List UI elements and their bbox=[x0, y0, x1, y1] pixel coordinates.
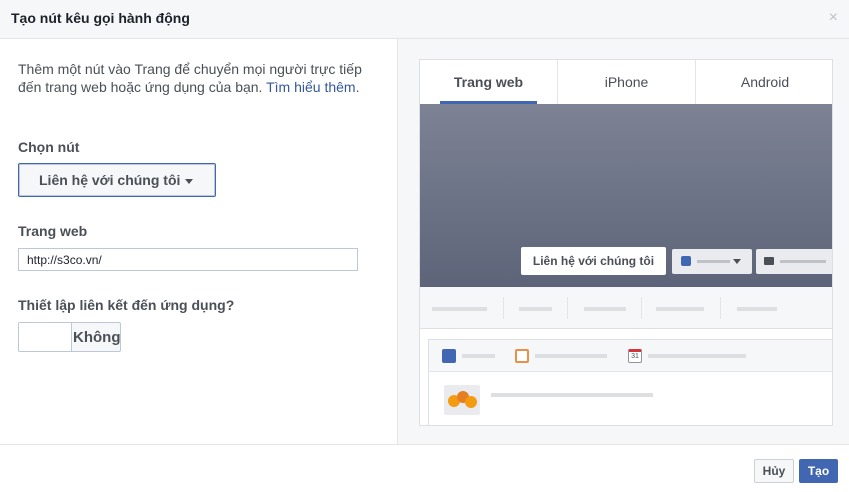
chevron-down-icon bbox=[733, 259, 741, 264]
composer-placeholder: 31 bbox=[428, 339, 832, 425]
fruit-shape bbox=[465, 396, 477, 408]
cta-preview-button: Liên hệ với chúng tôi bbox=[521, 247, 666, 275]
website-input[interactable] bbox=[18, 248, 358, 271]
toggle-knob bbox=[19, 323, 72, 351]
nav-divider bbox=[567, 297, 568, 319]
chat-bubble-icon bbox=[764, 257, 774, 265]
cancel-button[interactable]: Hủy bbox=[754, 459, 794, 483]
close-icon[interactable]: × bbox=[829, 9, 838, 27]
message-button-placeholder bbox=[756, 249, 832, 274]
calendar-icon: 31 bbox=[628, 349, 642, 363]
nav-placeholder-item bbox=[656, 307, 704, 311]
nav-placeholder-item bbox=[432, 307, 487, 311]
preview-tabs: Trang web iPhone Android bbox=[420, 60, 832, 104]
selected-button-text: Liên hệ với chúng tôi bbox=[39, 172, 181, 188]
chevron-down-icon bbox=[185, 178, 194, 184]
website-label: Trang web bbox=[18, 223, 88, 239]
nav-placeholder-item bbox=[584, 307, 626, 311]
toggle-state: Không bbox=[73, 329, 121, 346]
app-link-toggle[interactable]: Không bbox=[18, 322, 121, 352]
dialog-title: Tạo nút kêu gọi hành động bbox=[11, 10, 190, 26]
page-preview: Trang web iPhone Android Liên hệ với chú… bbox=[419, 59, 833, 426]
page-nav-placeholder bbox=[420, 287, 832, 329]
placeholder-bar bbox=[491, 393, 653, 397]
dialog-footer: Hủy Tạo bbox=[0, 444, 849, 492]
placeholder-bar bbox=[697, 260, 730, 263]
learn-more-link[interactable]: Tìm hiểu thêm. bbox=[266, 79, 359, 95]
preview-panel: Trang web iPhone Android Liên hệ với chú… bbox=[397, 39, 849, 444]
create-cta-dialog: Tạo nút kêu gọi hành động × Thêm một nút… bbox=[0, 0, 849, 492]
button-type-select[interactable]: Liên hệ với chúng tôi bbox=[18, 163, 216, 197]
placeholder-bar bbox=[648, 354, 746, 358]
pencil-icon bbox=[442, 349, 456, 363]
form-panel: Thêm một nút vào Trang để chuyển mọi ngư… bbox=[0, 39, 397, 444]
cover-photo-placeholder: Liên hệ với chúng tôi bbox=[420, 104, 832, 287]
choose-button-label: Chọn nút bbox=[18, 139, 80, 155]
create-button[interactable]: Tạo bbox=[799, 459, 838, 483]
like-button-placeholder bbox=[672, 249, 752, 274]
composer-tabs: 31 bbox=[429, 340, 832, 372]
photo-icon bbox=[515, 349, 529, 363]
nav-placeholder-item bbox=[737, 307, 777, 311]
tab-android[interactable]: Android bbox=[696, 60, 832, 104]
nav-divider bbox=[503, 297, 504, 319]
tab-website[interactable]: Trang web bbox=[420, 60, 557, 104]
nav-divider bbox=[641, 297, 642, 319]
tab-iphone[interactable]: iPhone bbox=[558, 60, 695, 104]
nav-placeholder-item bbox=[519, 307, 552, 311]
app-link-label: Thiết lập liên kết đến ứng dụng? bbox=[18, 297, 235, 313]
description: Thêm một nút vào Trang để chuyển mọi ngư… bbox=[18, 60, 363, 96]
placeholder-bar bbox=[535, 354, 607, 358]
placeholder-bar bbox=[462, 354, 495, 358]
placeholder-bar bbox=[780, 260, 826, 263]
thumbs-up-icon bbox=[681, 256, 691, 266]
nav-divider bbox=[720, 297, 721, 319]
avatar bbox=[444, 385, 480, 415]
dialog-header: Tạo nút kêu gọi hành động × bbox=[0, 0, 849, 39]
